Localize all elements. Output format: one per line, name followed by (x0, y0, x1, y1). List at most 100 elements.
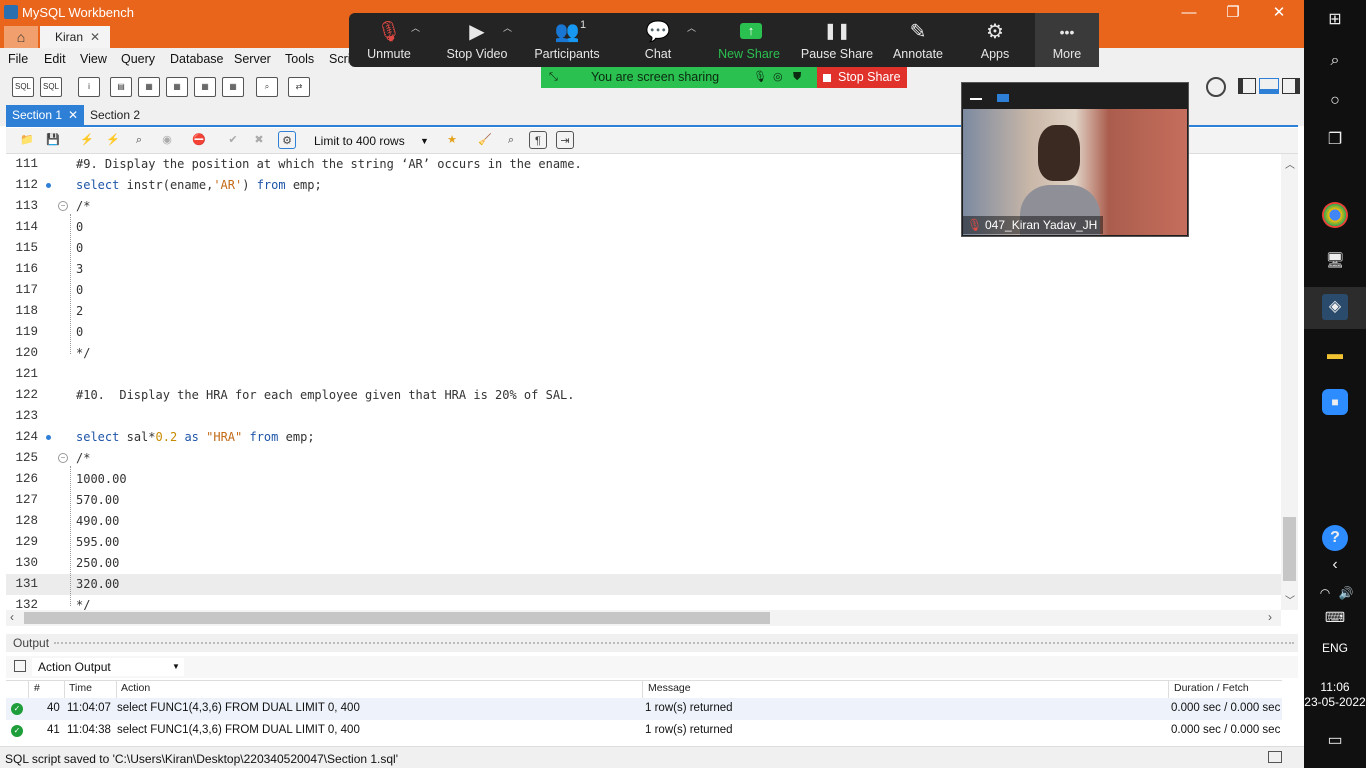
table-row[interactable]: ✓ 40 11:04:07 select FUNC1(4,3,6) FROM D… (6, 698, 1282, 720)
execute-current-icon[interactable]: ⚡ (104, 131, 122, 149)
editor-line[interactable]: 120 */ (6, 343, 1281, 364)
help-icon[interactable]: ? (1322, 525, 1348, 551)
toggle-sidebar-icon[interactable] (1238, 78, 1256, 94)
chevron-left-icon[interactable]: ‹ (10, 610, 14, 624)
editor-line[interactable]: 130 250.00 (6, 553, 1281, 574)
editor-line[interactable]: 131 320.00 (6, 574, 1281, 595)
notifications-icon[interactable]: ▭ (1322, 728, 1348, 754)
editor-line[interactable]: 125 −/* (6, 448, 1281, 469)
editor-line[interactable]: 122 #10. Display the HRA for each employe… (6, 385, 1281, 406)
menu-tools[interactable]: Tools (285, 52, 314, 66)
explain-icon[interactable]: ⌕ (130, 131, 148, 149)
chevron-right-icon[interactable]: › (1268, 610, 1272, 624)
horizontal-scroll-thumb[interactable] (24, 612, 770, 624)
windows-start-icon[interactable]: ⊞ (1322, 7, 1348, 33)
maximize-button[interactable]: ❐ (1210, 0, 1256, 26)
create-function-icon[interactable]: ▦ (222, 77, 244, 97)
chevron-up-icon[interactable]: ︿ (687, 21, 696, 34)
chevron-up-icon[interactable]: ︿ (503, 21, 512, 34)
column-header-time[interactable]: Time (69, 682, 92, 694)
open-folder-icon[interactable]: 📁 (18, 131, 36, 149)
editor-line[interactable]: 121 (6, 364, 1281, 385)
close-tab-icon[interactable]: ✕ (90, 26, 100, 48)
minimize-video-icon[interactable] (970, 98, 982, 100)
editor-line[interactable]: 132 */ (6, 595, 1281, 610)
unmute-button[interactable]: 🎙 Unmute ︿ (355, 13, 423, 67)
word-wrap-icon[interactable]: ⇥ (556, 131, 574, 149)
new-share-button[interactable]: ↑ New Share (712, 13, 786, 67)
chevron-up-icon[interactable]: ︿ (1285, 156, 1295, 171)
editor-line[interactable]: 127 570.00 (6, 490, 1281, 511)
network-computer-icon[interactable]: 🖥 (1322, 248, 1348, 274)
editor-line[interactable]: 124 select sal*0.2 as "HRA" from emp; (6, 427, 1281, 448)
menu-server[interactable]: Server (234, 52, 271, 66)
beautify-icon[interactable]: 🧹 (476, 131, 494, 149)
zoom-app-icon[interactable]: ■ (1322, 389, 1348, 415)
close-button[interactable]: ✕ (1256, 0, 1302, 26)
chrome-icon[interactable] (1322, 202, 1348, 228)
fold-toggle-icon[interactable]: − (58, 453, 68, 463)
more-button[interactable]: ••• More (1035, 13, 1099, 67)
editor-line[interactable]: 119 0 (6, 322, 1281, 343)
column-header-action[interactable]: Action (121, 682, 150, 694)
reconnect-icon[interactable]: ⇄ (288, 77, 310, 97)
editor-line[interactable]: 129 595.00 (6, 532, 1281, 553)
tab-section-2[interactable]: Section 2 (90, 105, 140, 125)
open-sql-script-icon[interactable]: SQL (40, 77, 62, 97)
add-snippet-icon[interactable]: ★ (443, 131, 461, 149)
new-sql-tab-icon[interactable]: SQL (12, 77, 34, 97)
vertical-scroll-thumb[interactable] (1283, 517, 1296, 581)
close-tab-icon[interactable]: ✕ (68, 105, 78, 125)
annotate-button[interactable]: ✎ Annotate (886, 13, 950, 67)
execute-icon[interactable]: ⚡ (78, 131, 96, 149)
toggle-output-icon[interactable] (1259, 78, 1279, 94)
editor-line[interactable]: 115 0 (6, 238, 1281, 259)
status-panel-icon[interactable] (1268, 751, 1282, 763)
editor-line[interactable]: 128 490.00 (6, 511, 1281, 532)
menu-edit[interactable]: Edit (44, 52, 66, 66)
stop-icon[interactable]: ◉ (158, 131, 176, 149)
stop-share-button[interactable]: Stop Share (817, 67, 907, 88)
copy-icon[interactable] (14, 660, 26, 672)
drag-handle[interactable] (54, 642, 1294, 645)
find-icon[interactable]: ⌕ (502, 131, 520, 149)
tab-section-1[interactable]: Section 1 ✕ (6, 105, 84, 125)
editor-line[interactable]: 123 (6, 406, 1281, 427)
editor-line[interactable]: 116 3 (6, 259, 1281, 280)
create-procedure-icon[interactable]: ▦ (194, 77, 216, 97)
home-tab[interactable]: ⌂ (4, 26, 38, 48)
fold-toggle-icon[interactable]: − (58, 201, 68, 211)
editor-line[interactable]: 117 0 (6, 280, 1281, 301)
settings-gear-icon[interactable] (1206, 77, 1226, 97)
inspector-icon[interactable]: i (78, 77, 100, 97)
stop-video-button[interactable]: ▶ Stop Video ︿ (443, 13, 512, 67)
editor-line[interactable]: 126 1000.00 (6, 469, 1281, 490)
screen-sharing-banner[interactable]: ⤡ You are screen sharing 🎙 ◎ ⛊ (541, 67, 817, 88)
menu-file[interactable]: File (8, 52, 28, 66)
cortana-icon[interactable]: ○ (1322, 88, 1348, 114)
participants-button[interactable]: 👥 Participants 1 (530, 13, 604, 67)
apps-button[interactable]: ⚙ Apps (964, 13, 1026, 67)
chat-button[interactable]: 💬 Chat ︿ (625, 13, 696, 67)
chevron-down-icon[interactable]: ﹀ (1285, 592, 1295, 607)
input-language[interactable]: ENG (1304, 641, 1366, 655)
column-header-number[interactable]: # (34, 682, 40, 694)
mysql-workbench-taskbar-icon[interactable]: ◈ (1322, 294, 1348, 320)
drag-handle-icon[interactable]: ⤡ (549, 67, 558, 88)
connection-tab[interactable]: Kiran ✕ (40, 26, 110, 48)
invisible-chars-icon[interactable]: ¶ (529, 131, 547, 149)
column-header-message[interactable]: Message (648, 682, 691, 694)
output-mode-select[interactable]: Action Output ▼ (32, 658, 184, 676)
column-header-duration[interactable]: Duration / Fetch (1174, 682, 1249, 694)
autocommit-icon[interactable]: ⚙ (278, 131, 296, 149)
create-view-icon[interactable]: ▦ (166, 77, 188, 97)
menu-view[interactable]: View (80, 52, 107, 66)
volume-icon[interactable]: 🔊 (1333, 580, 1359, 606)
menu-database[interactable]: Database (170, 52, 224, 66)
taskbar-clock[interactable]: 11:06 23-05-2022 (1304, 680, 1366, 710)
create-schema-icon[interactable]: ▤ (110, 77, 132, 97)
task-view-icon[interactable]: ❐ (1322, 127, 1348, 153)
search-table-icon[interactable]: ⌕ (256, 77, 278, 97)
editor-line[interactable]: 118 2 (6, 301, 1281, 322)
limit-rows-select[interactable]: Limit to 400 rows ▼ (308, 131, 434, 151)
